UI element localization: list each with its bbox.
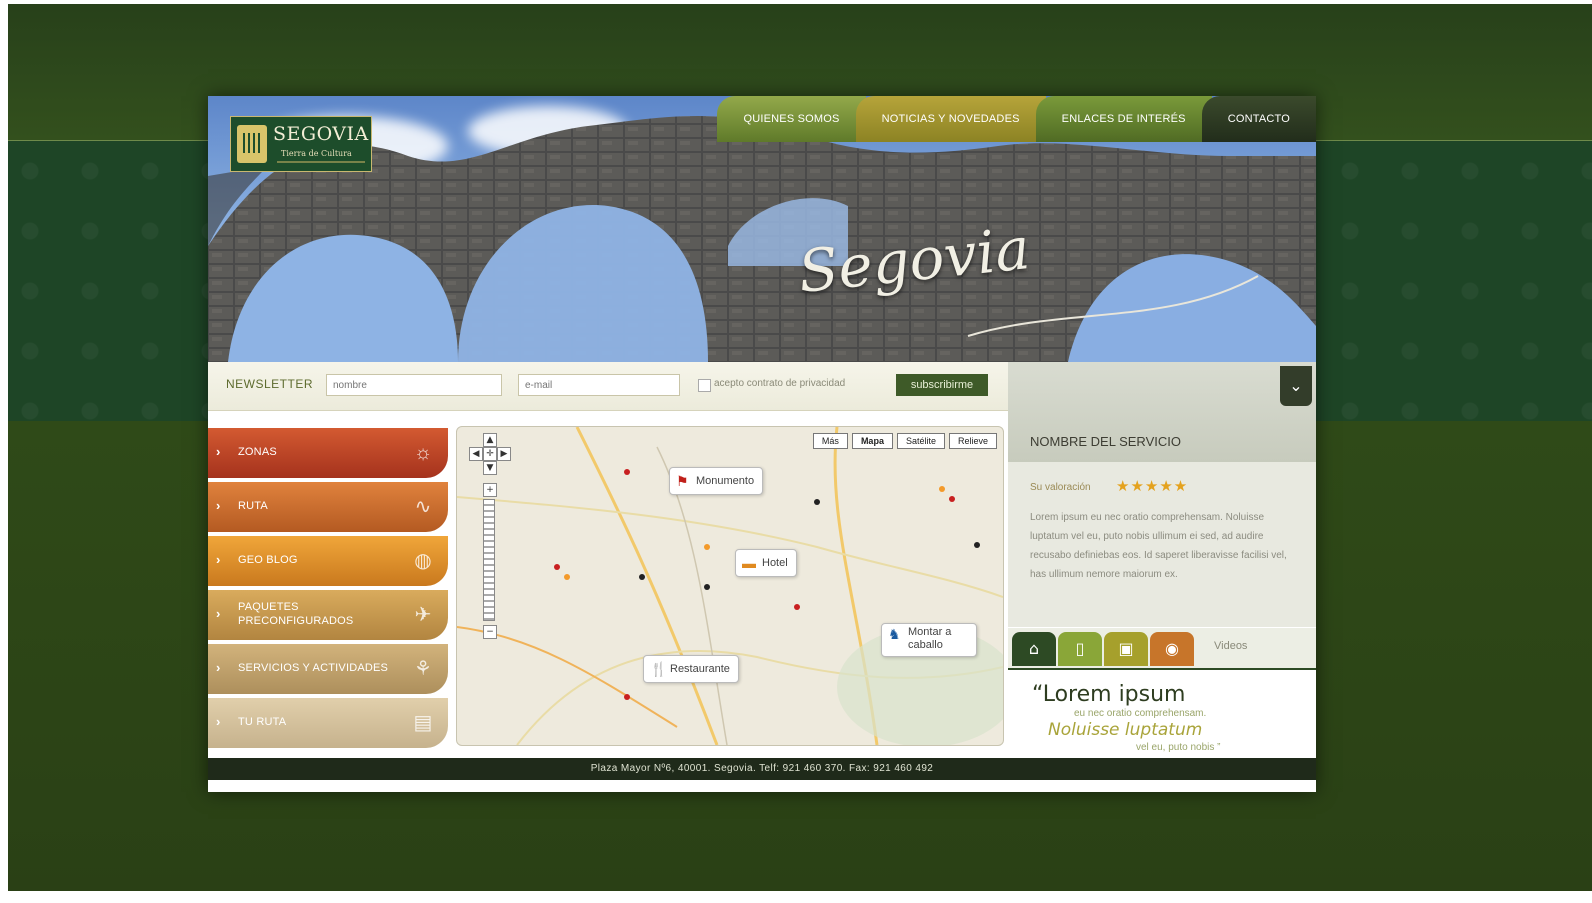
pan-up-button[interactable]: ▲ xyxy=(483,433,497,447)
map-pin-monumento[interactable]: ⚑ Monumento xyxy=(669,467,764,495)
map-type-control: Más Mapa Satélite Relieve xyxy=(809,433,997,449)
pan-left-button[interactable]: ◀ xyxy=(469,447,483,461)
nav-enlaces[interactable]: ENLACES DE INTERÉS xyxy=(1035,96,1212,142)
pin-label: Monumento xyxy=(696,475,755,487)
collapse-toggle-button[interactable]: ⌄ xyxy=(1280,366,1312,406)
tab-photos[interactable]: ▣ xyxy=(1104,632,1148,666)
sidebar-item-label: PAQUETES PRECONFIGURADOS xyxy=(238,601,354,627)
sidebar-item-paquetes[interactable]: › PAQUETES PRECONFIGURADOS ✈ xyxy=(208,590,448,640)
sidebar-item-zonas[interactable]: › ZONAS ☼ xyxy=(208,428,448,478)
route-icon: ∿ xyxy=(414,496,432,518)
home-icon: ⌂ xyxy=(1028,639,1040,658)
privacy-label: acepto contrato de privacidad xyxy=(714,378,846,389)
video-icon: ◉ xyxy=(1165,639,1179,658)
sidebar-item-label: TU RUTA xyxy=(238,716,287,728)
logo-title: SEGOVIA xyxy=(273,123,369,145)
map-pin-restaurante[interactable]: 🍴 Restaurante xyxy=(643,655,739,683)
map-type-satelite[interactable]: Satélite xyxy=(896,433,945,449)
globe-icon: ◍ xyxy=(414,550,432,572)
website-container: SEGOVIA Tierra de Cultura Segovia QUIENE… xyxy=(208,96,1316,792)
screenshot-frame-left xyxy=(0,0,8,903)
service-description: Lorem ipsum eu nec oratio comprehensam. … xyxy=(1030,512,1287,580)
map-type-relieve[interactable]: Relieve xyxy=(948,433,997,449)
logo-subtitle: Tierra de Cultura xyxy=(281,149,352,158)
chevron-right-icon: › xyxy=(216,498,221,513)
newsletter-bar: NEWSLETTER acepto contrato de privacidad… xyxy=(208,362,1008,411)
sidebar-menu: › ZONAS ☼ › RUTA ∿ › GEO BLOG ◍ › PAQUET… xyxy=(208,428,448,778)
quote-line-4: vel eu, puto nobis ” xyxy=(1136,742,1221,753)
tab-document[interactable]: ▯ xyxy=(1058,632,1102,666)
chevron-down-icon: ⌄ xyxy=(1289,376,1303,395)
sidebar-item-label: RUTA xyxy=(238,500,268,512)
logo-rule xyxy=(277,161,365,163)
nav-quienes-somos[interactable]: QUIENES SOMOS xyxy=(717,96,866,142)
screenshot-frame-bottom xyxy=(0,891,1592,903)
privacy-checkbox[interactable] xyxy=(698,379,711,392)
sidebar-item-geo-blog[interactable]: › GEO BLOG ◍ xyxy=(208,536,448,586)
main-nav: QUIENES SOMOS NOTICIAS Y NOVEDADES ENLAC… xyxy=(717,96,1316,142)
logo-emblem-icon xyxy=(237,125,267,163)
tab-videos[interactable]: ◉ xyxy=(1150,632,1194,666)
sun-icon: ☼ xyxy=(413,442,433,464)
pin-label: Restaurante xyxy=(670,663,730,675)
activity-icon: ⚘ xyxy=(414,658,432,680)
chevron-right-icon: › xyxy=(216,444,221,459)
map-type-mapa[interactable]: Mapa xyxy=(851,433,893,449)
nav-contacto[interactable]: CONTACTO xyxy=(1201,96,1316,142)
map-view[interactable]: ▲ ◀ ✛ ▶ ▼ + − Más Mapa Satélite Relieve … xyxy=(456,426,1004,746)
sidebar-item-ruta[interactable]: › RUTA ∿ xyxy=(208,482,448,532)
service-body: Su valoración ★★★★★ Lorem ipsum eu nec o… xyxy=(1008,462,1316,627)
map-zoom-control: ▲ ◀ ✛ ▶ ▼ + − xyxy=(463,433,511,643)
bed-icon: ▬ xyxy=(742,555,756,571)
service-header: ⌄ NOMBRE DEL SERVICIO xyxy=(1008,362,1316,462)
zoom-in-button[interactable]: + xyxy=(483,483,497,497)
map-pin-hotel[interactable]: ▬ Hotel xyxy=(735,549,797,577)
flag-icon: ⚑ xyxy=(676,473,689,489)
subscribe-button[interactable]: subscribirme xyxy=(896,374,988,396)
newsletter-email-input[interactable] xyxy=(518,374,680,396)
newsletter-label: NEWSLETTER xyxy=(226,377,314,391)
quote-line-3: Noluisse luptatum xyxy=(1048,720,1203,740)
sidebar-item-label: SERVICIOS Y ACTIVIDADES xyxy=(238,662,389,674)
chevron-right-icon: › xyxy=(216,714,221,729)
chevron-right-icon: › xyxy=(216,552,221,567)
tab-home[interactable]: ⌂ xyxy=(1012,632,1056,666)
map-pin-montar-caballo[interactable]: ♞ Montar a caballo xyxy=(881,623,977,657)
pan-down-button[interactable]: ▼ xyxy=(483,461,497,475)
rating-stars[interactable]: ★★★★★ xyxy=(1116,477,1188,495)
zoom-out-button[interactable]: − xyxy=(483,625,497,639)
plane-icon: ✈ xyxy=(414,604,432,626)
cutlery-icon: 🍴 xyxy=(650,661,668,677)
segovia-logo[interactable]: SEGOVIA Tierra de Cultura xyxy=(230,116,372,172)
photo-icon: ▣ xyxy=(1118,639,1134,658)
service-title: NOMBRE DEL SERVICIO xyxy=(1030,434,1181,449)
pan-center-button[interactable]: ✛ xyxy=(483,447,497,461)
rating-label: Su valoración xyxy=(1030,482,1091,493)
map-icon: ▤ xyxy=(413,712,433,734)
horse-icon: ♞ xyxy=(888,626,901,642)
chevron-right-icon: › xyxy=(216,660,221,675)
pin-label: Montar a caballo xyxy=(908,626,952,651)
footer-address: Plaza Mayor Nº6, 40001. Segovia. Telf: 9… xyxy=(208,758,1316,780)
chevron-right-icon: › xyxy=(216,606,221,621)
sidebar-item-label: ZONAS xyxy=(238,446,277,458)
nav-noticias[interactable]: NOTICIAS Y NOVEDADES xyxy=(855,96,1046,142)
pin-label: Hotel xyxy=(762,557,788,569)
sidebar-item-label: GEO BLOG xyxy=(238,554,298,566)
quote-line-2: eu nec oratio comprehensam. xyxy=(1074,708,1207,719)
quote-line-1: “Lorem ipsum xyxy=(1032,682,1186,707)
pan-right-button[interactable]: ▶ xyxy=(497,447,511,461)
tab-label-videos: Videos xyxy=(1214,640,1248,652)
map-more-button[interactable]: Más xyxy=(812,433,848,449)
screenshot-frame-top xyxy=(0,0,1592,4)
sidebar-item-tu-ruta[interactable]: › TU RUTA ▤ xyxy=(208,698,448,748)
sidebar-item-servicios[interactable]: › SERVICIOS Y ACTIVIDADES ⚘ xyxy=(208,644,448,694)
zoom-slider[interactable] xyxy=(483,499,495,621)
header-banner: SEGOVIA Tierra de Cultura Segovia QUIENE… xyxy=(208,96,1316,362)
service-media-tabs: ⌂ ▯ ▣ ◉ Videos xyxy=(1008,628,1316,668)
newsletter-name-input[interactable] xyxy=(326,374,502,396)
document-icon: ▯ xyxy=(1075,639,1085,658)
